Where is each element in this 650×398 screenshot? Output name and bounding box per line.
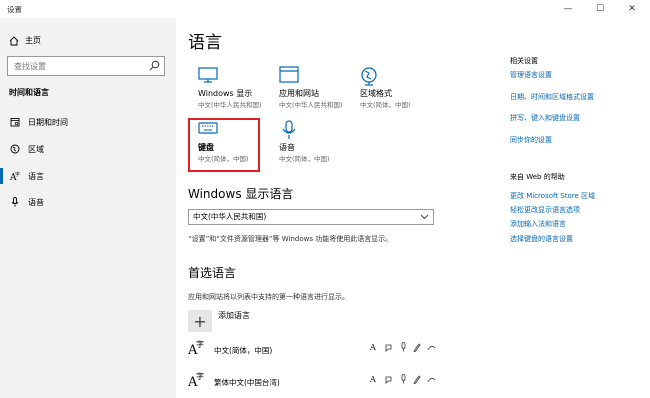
svg-text:A: A [370, 343, 376, 352]
speech-icon [385, 344, 392, 352]
related-link[interactable]: 日期、时间和区域格式设置 [510, 92, 594, 102]
help-link[interactable]: 更改 Microsoft Store 区域 [510, 191, 595, 201]
tile-label: Windows 显示 [198, 89, 253, 98]
microphone-icon [282, 120, 296, 139]
language-row[interactable]: A字 中文(简体，中国) A [188, 338, 448, 362]
tile-label: 语音 [279, 143, 295, 152]
sidebar-item-label: 日期和时间 [28, 117, 68, 127]
language-pack-icon: A [370, 375, 376, 384]
tile-sub: 中文(简体，中国) [279, 155, 330, 163]
home-icon [9, 35, 19, 45]
settings-search[interactable] [7, 56, 165, 76]
language-icon-char: 字 [196, 339, 204, 349]
plus-icon: + [188, 310, 212, 332]
language-icon-char: 字 [196, 371, 204, 381]
related-settings-heading: 相关设置 [510, 57, 538, 65]
home-nav-item[interactable]: 主页 [9, 35, 41, 46]
svg-text:A: A [370, 375, 376, 384]
sidebar-item-speech[interactable]: 语音 [0, 192, 176, 212]
globe-icon [10, 144, 20, 154]
tile-keyboard[interactable]: 键盘 中文(简体，中国) [188, 118, 260, 172]
sidebar-item-label: 语音 [28, 197, 44, 207]
display-language-note: “设置”和“文件资源管理器”等 Windows 功能将使用此语言显示。 [188, 235, 393, 243]
maximize-button[interactable]: ☐ [584, 0, 616, 18]
language-icon: A字 [188, 340, 210, 358]
add-language-label: 添加语言 [218, 310, 250, 320]
add-language-button[interactable]: + 添加语言 [188, 310, 250, 332]
sidebar-item-region[interactable]: 区域 [0, 139, 176, 159]
sidebar-item-label: 区域 [28, 144, 44, 154]
chevron-down-icon [420, 214, 429, 220]
language-pack-icon: A [370, 343, 376, 352]
display-language-heading: Windows 显示语言 [188, 187, 294, 201]
window-icon [279, 66, 299, 83]
sidebar-item-date-time[interactable]: 日期和时间 [0, 112, 176, 132]
tile-speech[interactable]: 语音 中文(简体，中国) [269, 118, 344, 168]
language-icon: A字 [10, 171, 20, 181]
tile-label: 应用和网站 [279, 89, 319, 98]
related-link[interactable]: 管理语言设置 [510, 70, 552, 80]
window-title: 设置 [7, 5, 22, 14]
tile-apps-websites[interactable]: 应用和网站 中文(中华人民共和国) [269, 64, 344, 114]
preferred-languages-note: 应用和网站将以列表中支持的第一种语言进行显示。 [188, 293, 349, 301]
language-row[interactable]: A字 繁体中文(中国台湾) A [188, 370, 448, 394]
sidebar-item-label: 语言 [28, 171, 44, 181]
keyboard-shortcut-icon [427, 346, 436, 351]
related-link[interactable]: 同步你的设置 [510, 135, 552, 145]
keyboard-shortcut-icon [427, 378, 436, 383]
web-help-heading: 来自 Web 的帮助 [510, 173, 565, 181]
tile-windows-display[interactable]: Windows 显示 中文(中华人民共和国) [188, 64, 263, 114]
home-label: 主页 [25, 36, 41, 45]
microphone-icon [401, 374, 406, 384]
help-link[interactable]: 添加输入法和语言 [510, 219, 566, 229]
monitor-icon [198, 67, 218, 83]
minimize-button[interactable]: — [552, 0, 584, 18]
tile-regional-format[interactable]: 区域格式 中文(简体，中国) [350, 64, 425, 114]
language-icon: A字 [188, 372, 210, 390]
svg-text:字: 字 [15, 171, 20, 178]
preferred-languages-heading: 首选语言 [188, 266, 237, 280]
handwriting-icon [413, 343, 421, 352]
tile-sub: 中文(中华人民共和国) [198, 101, 262, 109]
sidebar: 主页 时间和语言 日期和时间 区域 A字 语言 语音 [0, 18, 176, 398]
calendar-icon [10, 118, 20, 127]
microphone-icon [401, 342, 406, 352]
keyboard-icon [198, 122, 218, 134]
page-title: 语言 [188, 33, 222, 53]
handwriting-icon [413, 375, 421, 384]
language-name: 中文(简体，中国) [214, 345, 273, 355]
globe-icon [361, 67, 377, 86]
sidebar-item-language[interactable]: A字 语言 [0, 166, 176, 186]
title-bar: 设置 — ☐ ✕ [0, 0, 650, 18]
search-icon[interactable] [149, 60, 160, 71]
language-capabilities: A [370, 374, 436, 384]
microphone-icon [11, 197, 19, 207]
language-name: 繁体中文(中国台湾) [214, 377, 280, 387]
help-link[interactable]: 选择键盘的语言设置 [510, 234, 573, 244]
tile-sub: 中文(简体，中国) [360, 101, 411, 109]
tile-sub: 中文(简体，中国) [198, 155, 249, 163]
section-title: 时间和语言 [9, 88, 49, 97]
help-link[interactable]: 轻松更改显示语言选项 [510, 205, 580, 215]
language-capabilities: A [370, 342, 436, 352]
search-input[interactable] [8, 57, 138, 75]
close-button[interactable]: ✕ [616, 0, 648, 18]
display-language-dropdown[interactable]: 中文(中华人民共和国) [188, 209, 434, 225]
related-link[interactable]: 拼写、键入和键盘设置 [510, 113, 580, 123]
tile-label: 键盘 [198, 143, 214, 152]
tile-label: 区域格式 [360, 89, 392, 98]
speech-icon [385, 376, 392, 384]
dropdown-value: 中文(中华人民共和国) [193, 212, 267, 221]
tile-sub: 中文(中华人民共和国) [279, 101, 343, 109]
